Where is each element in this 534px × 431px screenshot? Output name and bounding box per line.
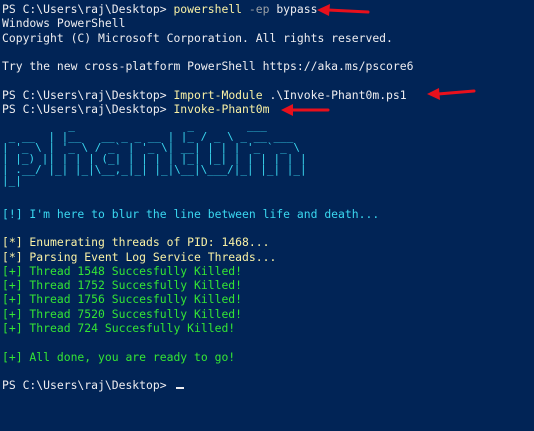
command-name: Invoke-Phant0m [173, 102, 270, 117]
red-arrow-icon [427, 88, 476, 100]
console-line-thread-killed: [+] Thread 1756 Succesfully Killed! [2, 292, 243, 307]
command-argument: .\Invoke-Phant0m.ps1 [262, 87, 407, 102]
ascii-art-line: | .__/ |_| |_|\__,_|_| |_|\__|\___/|_| |… [2, 163, 307, 177]
console-line-command-invoke-phant0m: PS C:\Users\raj\Desktop> Invoke-Phant0m [2, 102, 532, 116]
console-line-thread-killed: [+] Thread 1548 Succesfully Killed! [2, 263, 243, 278]
console-line-thread-killed: [+] Thread 7520 Succesfully Killed! [2, 306, 243, 321]
console-line-info-message: [!] I'm here to blur the line between li… [2, 206, 380, 221]
command-name: powershell [173, 2, 243, 16]
console-line-thread-killed: [+] Thread 1752 Succesfully Killed! [2, 278, 243, 293]
console-line-thread-killed: [+] Thread 724 Succesfully Killed! [2, 321, 236, 336]
console-line-pscore-hint: Try the new cross-platform PowerShell ht… [2, 59, 414, 74]
command-parameter: -ep [242, 2, 270, 16]
prompt: PS C:\Users\raj\Desktop> [2, 102, 174, 117]
console-line-current-prompt[interactable]: PS C:\Users\raj\Desktop> [2, 378, 532, 392]
prompt: PS C:\Users\raj\Desktop> [2, 2, 174, 16]
ascii-art-line: |_| [2, 174, 22, 188]
text-cursor [176, 387, 185, 390]
red-arrow-icon [281, 104, 330, 116]
prompt: PS C:\Users\raj\Desktop> [2, 378, 174, 393]
command-name: Import-Module [173, 87, 263, 102]
phant0m-ascii-banner: _ _ ___ _ __ | |__ __ _ _ __ | |_ / _ \ … [2, 120, 532, 186]
console-line-banner-title: Windows PowerShell [2, 16, 126, 31]
command-argument: bypass [269, 2, 318, 16]
red-arrow-icon [317, 4, 370, 16]
console-line-status-enumerating: [*] Enumerating threads of PID: 1468... [2, 235, 270, 250]
console-line-done-message: [+] All done, you are ready to go! [2, 349, 236, 364]
console-line-status-parsing: [*] Parsing Event Log Service Threads... [2, 249, 277, 264]
console-line-command-powershell: PS C:\Users\raj\Desktop> powershell -ep … [2, 2, 532, 16]
console-line-copyright: Copyright (C) Microsoft Corporation. All… [2, 30, 393, 45]
powershell-console[interactable]: PS C:\Users\raj\Desktop> powershell -ep … [2, 2, 532, 393]
prompt: PS C:\Users\raj\Desktop> [2, 87, 174, 102]
